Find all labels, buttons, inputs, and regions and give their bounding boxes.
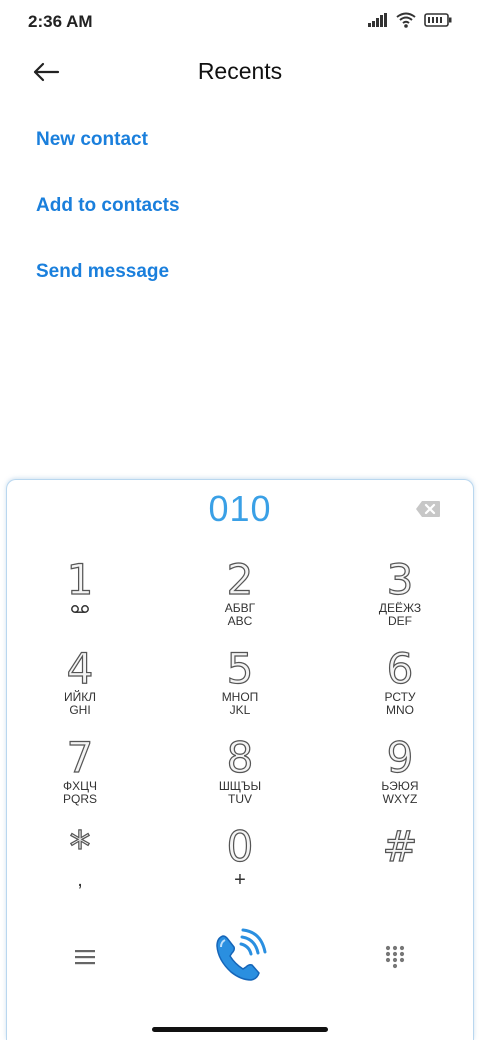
key-letters-latin: ABC [227,614,253,628]
home-indicator[interactable] [152,1027,328,1032]
phone-icon [216,928,267,981]
key-sub-symbol: + [234,869,246,891]
key-star[interactable]: * , [20,822,140,907]
key-letters-latin: JKL [229,703,251,717]
key-digit: 6 [386,644,414,693]
key-6[interactable]: 6 РСТУ MNO [340,644,460,729]
key-letters-latin: TUV [228,792,252,806]
status-time: 2:36 AM [28,12,93,31]
dialpad-bottom-bar [7,920,473,990]
key-digit: 5 [226,644,254,693]
key-letters-latin: DEF [388,614,412,628]
call-button[interactable] [209,926,269,986]
key-digit: 3 [386,555,414,604]
key-sub-symbol: , [77,869,83,891]
header: Recents [0,44,480,100]
battery-icon [424,13,452,27]
dialed-number: 010 [208,488,272,529]
dialpad-panel: 010 1 2 АБВГ ABC 3 ДЕЁЖЗ DEF 4 ИЙКЛ GHI … [6,479,474,1040]
status-bar: 2:36 AM [0,0,480,44]
key-digit: 2 [226,555,254,604]
key-digit: 1 [66,555,94,604]
key-digit: 7 [66,733,94,782]
add-to-contacts-link[interactable]: Add to contacts [36,192,180,258]
actions-list: New contact Add to contacts Send message [36,126,180,324]
keypad-toggle-button[interactable] [383,944,407,970]
key-digit: 4 [66,644,94,693]
key-0[interactable]: 0 + [180,822,300,907]
key-4[interactable]: 4 ИЙКЛ GHI [20,644,140,729]
key-5[interactable]: 5 МНОП JKL [180,644,300,729]
key-7[interactable]: 7 ФХЦЧ PQRS [20,733,140,818]
key-2[interactable]: 2 АБВГ ABC [180,555,300,640]
page-title: Recents [197,58,283,84]
key-hash[interactable]: # [340,822,460,907]
wifi-icon [396,12,416,28]
status-icons [368,12,452,28]
key-letters-latin: WXYZ [382,792,418,806]
key-8[interactable]: 8 ШЩЪЫ TUV [180,733,300,818]
signal-icon [368,13,387,27]
new-contact-link[interactable]: New contact [36,126,180,192]
key-letters-latin: GHI [69,703,91,717]
dialpad-grid-icon [385,945,405,969]
key-digit: 9 [386,733,414,782]
menu-icon [75,950,95,965]
menu-button[interactable] [71,946,99,968]
backspace-button[interactable] [415,500,441,518]
key-digit: * [69,822,91,871]
key-3[interactable]: 3 ДЕЁЖЗ DEF [340,555,460,640]
key-digit: 0 [226,822,254,871]
key-digit: 8 [226,733,254,782]
key-letters-latin: MNO [386,703,414,717]
send-message-link[interactable]: Send message [36,258,180,324]
key-1[interactable]: 1 [20,555,140,640]
voicemail-icon [71,605,89,613]
key-digit: # [382,822,418,871]
key-9[interactable]: 9 ЬЭЮЯ WXYZ [340,733,460,818]
key-letters-latin: PQRS [62,792,97,806]
backspace-icon [416,501,440,517]
